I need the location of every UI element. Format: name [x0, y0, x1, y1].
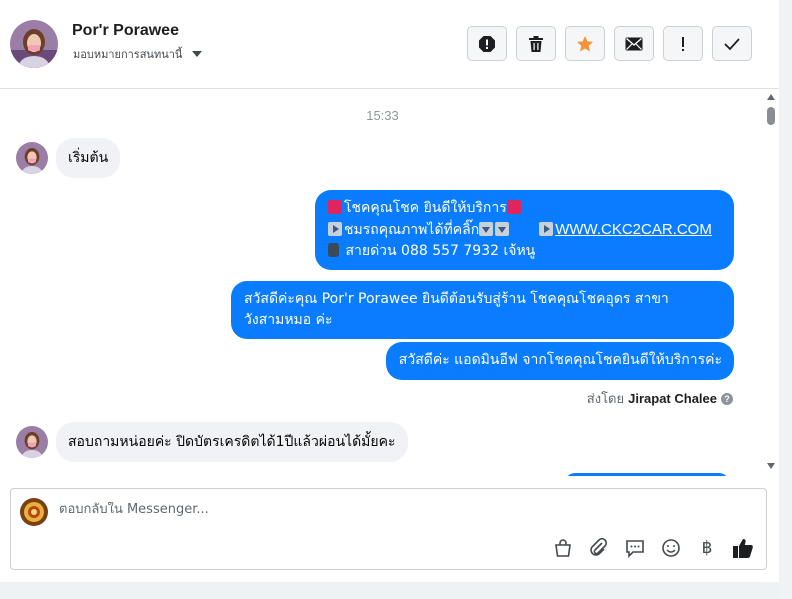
incoming-message: เริ่มต้น [56, 138, 121, 178]
conversation-panel: Por'r Porawee มอบหมายการสนทนานี้ 15:33 เ… [0, 0, 779, 582]
arrow-down-icon [495, 222, 510, 236]
outgoing-message: โชคคุณโชค ยินดีให้บริการ ชมรถคุณภาพได้ที… [315, 190, 734, 270]
incoming-message: สอบถามหน่อยค่ะ ปิดบัตรเครดิตได้1ปีแล้วผ่… [56, 422, 408, 462]
outgoing-message: สวัสดีค่ะ แอดมินอีฟ จากโชคคุณโชคยินดีให้… [385, 342, 734, 380]
help-icon[interactable]: ? [721, 392, 733, 405]
report-spam-button[interactable] [467, 26, 507, 61]
contact-avatar-small[interactable] [16, 426, 48, 458]
scrollbar-thumb[interactable] [767, 107, 775, 125]
scroll-up-arrow-icon[interactable] [767, 94, 775, 100]
header-actions [467, 26, 752, 61]
scroll-down-arrow-icon[interactable] [767, 463, 775, 469]
shopping-bag-icon [555, 539, 571, 557]
sender-name: Jirapat Chalee [628, 391, 717, 406]
shopping-bag-button[interactable] [552, 537, 574, 559]
star-icon [577, 35, 593, 51]
message-thread[interactable]: 15:33 เริ่มต้น โชคคุณโชค ยินดีให้บริการ … [0, 90, 765, 476]
message-timestamp: 15:33 [366, 108, 399, 123]
conversation-header: Por'r Porawee มอบหมายการสนทนานี้ [0, 0, 779, 89]
contact-name: Por'r Porawee [72, 22, 179, 39]
attach-button[interactable] [588, 537, 610, 559]
envelope-icon [625, 37, 643, 50]
caret-down-icon [192, 51, 203, 57]
sparkle-icon [506, 200, 521, 214]
play-icon [328, 222, 342, 236]
emoji-button[interactable] [660, 537, 682, 559]
check-icon [724, 37, 740, 50]
assign-label: มอบหมายการสนทนานี้ [73, 48, 183, 61]
delete-button[interactable] [516, 26, 556, 61]
paperclip-icon [590, 538, 608, 556]
website-link[interactable]: WWW.CKC2CAR.COM [555, 221, 712, 238]
contact-avatar-small[interactable] [16, 142, 48, 174]
assign-conversation-dropdown[interactable]: มอบหมายการสนทนานี้ [73, 45, 203, 63]
chat-bubble-icon [626, 540, 644, 558]
thumbs-up-icon [733, 539, 753, 558]
sent-by-label: ส่งโดย Jirapat Chalee ? [587, 388, 733, 409]
composer-tools: ฿ [552, 537, 754, 559]
alert-octagon-icon [479, 35, 495, 52]
arrow-down-icon [479, 222, 494, 236]
mark-done-button[interactable] [712, 26, 752, 61]
like-button[interactable] [732, 537, 754, 559]
star-button[interactable] [565, 26, 605, 61]
saved-replies-button[interactable] [624, 537, 646, 559]
window-edge [779, 0, 792, 599]
reply-input[interactable] [59, 502, 659, 517]
outgoing-message-partial [565, 473, 729, 476]
outgoing-message: สวัสดีค่ะคุณ Por'r Porawee ยินดีต้อนรับส… [231, 281, 734, 339]
page-avatar [20, 498, 48, 526]
baht-icon: ฿ [701, 538, 713, 558]
payment-button[interactable]: ฿ [696, 537, 718, 559]
mark-unread-button[interactable] [614, 26, 654, 61]
contact-avatar[interactable] [10, 20, 58, 68]
exclamation-icon [682, 36, 684, 51]
trash-icon [529, 35, 543, 52]
reply-composer: ฿ [10, 488, 767, 570]
sparkle-icon [328, 200, 342, 214]
phone-icon [328, 243, 339, 257]
follow-up-button[interactable] [663, 26, 703, 61]
smiley-icon [662, 539, 680, 557]
play-icon [539, 222, 554, 236]
